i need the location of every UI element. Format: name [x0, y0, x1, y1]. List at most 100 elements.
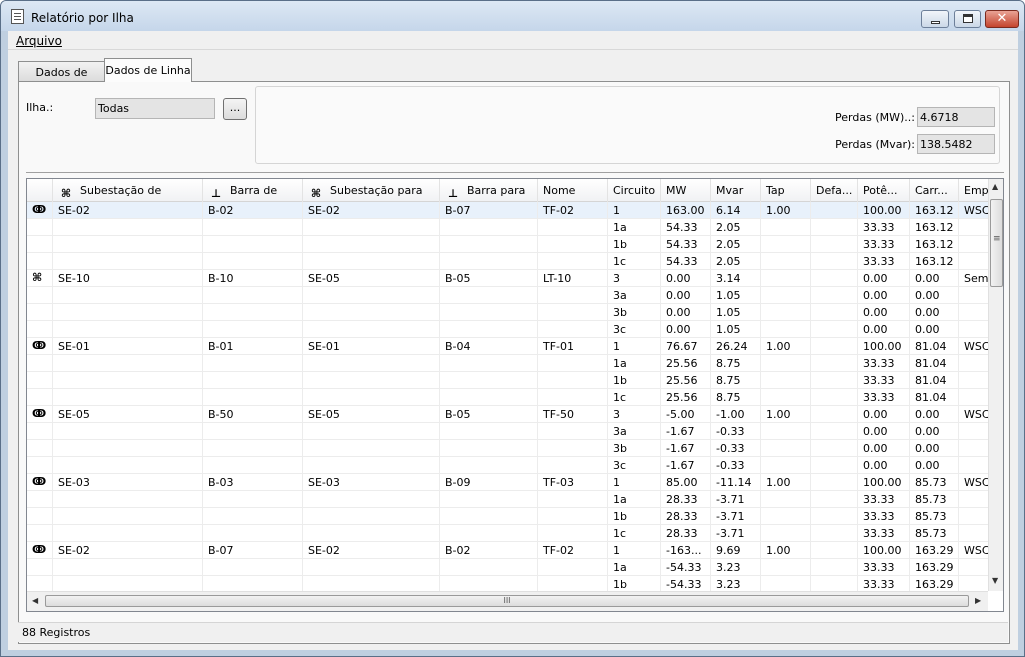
cell-circuito: 3b: [608, 304, 661, 321]
cell-emp: WSC: [959, 542, 988, 559]
table-row[interactable]: ↂ SE-03 B-03 SE-03 B-09 TF-03 1 85.00 -11.14 1.00…: [27, 474, 988, 491]
cell-sub-de: [53, 576, 203, 591]
table-row[interactable]: 3b 0.00 1.05 0.00 0.00: [27, 304, 988, 321]
column-header-circuito[interactable]: Circuito: [608, 179, 661, 202]
cell-nome: [538, 304, 608, 321]
table-row[interactable]: ↂ SE-02 B-07 SE-02 B-02 TF-02 1 -163... 9.69 1.00…: [27, 542, 988, 559]
transformer-icon: ↂ: [32, 339, 47, 352]
vertical-scroll-thumb[interactable]: [990, 199, 1003, 287]
table-row[interactable]: ↂ SE-02 B-02 SE-02 B-07 TF-02 1 163.00 6.14 1.00 1…: [27, 202, 988, 219]
maximize-button[interactable]: [954, 10, 981, 28]
column-header-pot[interactable]: Potê...: [858, 179, 910, 202]
table-row[interactable]: 3b -1.67 -0.33 0.00 0.00: [27, 440, 988, 457]
scroll-down-icon[interactable]: ▼: [992, 576, 998, 585]
cell-carr: 0.00: [910, 440, 959, 457]
cell-barra-para: B-09: [440, 474, 538, 491]
scroll-left-icon[interactable]: ◀: [32, 596, 38, 605]
table-row[interactable]: 1c 28.33 -3.71 33.33 85.73: [27, 525, 988, 542]
column-header-carr[interactable]: Carr...: [910, 179, 959, 202]
cell-pot: 0.00: [858, 304, 910, 321]
cell-pot: 33.33: [858, 576, 910, 591]
table-row[interactable]: 1b 28.33 -3.71 33.33 85.73: [27, 508, 988, 525]
tab-dados-de-barra[interactable]: Dados de Barra: [18, 61, 105, 92]
cell-barra-para: B-02: [440, 542, 538, 559]
minimize-button[interactable]: [921, 10, 949, 28]
cell-defa: [811, 321, 858, 338]
cell-carr: 81.04: [910, 338, 959, 355]
column-header-barra-para[interactable]: ⊥ Barra para: [440, 179, 538, 202]
cell-carr: 0.00: [910, 287, 959, 304]
cell-mvar: -11.14: [711, 474, 761, 491]
table-row[interactable]: 3c 0.00 1.05 0.00 0.00: [27, 321, 988, 338]
row-icon-cell: [27, 219, 53, 236]
cell-sub-de: [53, 440, 203, 457]
cell-emp: [959, 321, 988, 338]
table-row[interactable]: 1b 25.56 8.75 33.33 81.04: [27, 372, 988, 389]
table-row[interactable]: 1a -54.33 3.23 33.33 163.29: [27, 559, 988, 576]
cell-carr: 163.29: [910, 576, 959, 591]
cell-barra-de: B-07: [203, 542, 303, 559]
perdas-mw-field[interactable]: 4.6718: [917, 107, 995, 127]
table-row[interactable]: 1b 54.33 2.05 33.33 163.12: [27, 236, 988, 253]
cell-mw: -5.00: [661, 406, 711, 423]
column-header-mvar[interactable]: Mvar: [711, 179, 761, 202]
table-row[interactable]: ↂ SE-01 B-01 SE-01 B-04 TF-01 1 76.67 26.24 1.00 1…: [27, 338, 988, 355]
cell-sub-para: [303, 508, 440, 525]
table-row[interactable]: 1a 28.33 -3.71 33.33 85.73: [27, 491, 988, 508]
cell-barra-de: B-03: [203, 474, 303, 491]
cell-tap: [761, 525, 811, 542]
tab-dados-de-linha[interactable]: Dados de Linha: [104, 58, 192, 82]
column-header-sub-para[interactable]: ⌘ Subestação para: [303, 179, 440, 202]
table-row[interactable]: ↂ SE-05 B-50 SE-05 B-05 TF-50 3 -5.00 -1.00 1.00 0…: [27, 406, 988, 423]
column-header-icon[interactable]: [27, 179, 53, 202]
column-header-mw[interactable]: MW: [661, 179, 711, 202]
perdas-mvar-field[interactable]: 138.5482: [917, 134, 995, 154]
menu-arquivo[interactable]: Arquivo: [16, 34, 62, 48]
lines-grid[interactable]: ⌘ Subestação de ⊥ Barra de ⌘ Subestação para ⊥…: [26, 178, 1004, 612]
row-icon-cell: [27, 491, 53, 508]
cell-barra-de: B-01: [203, 338, 303, 355]
cell-sub-para: [303, 304, 440, 321]
column-header-sub-de[interactable]: ⌘ Subestação de: [53, 179, 203, 202]
client-area: Arquivo Dados de Barra Dados de Linha Il…: [8, 31, 1018, 650]
table-row[interactable]: 1c 25.56 8.75 33.33 81.04: [27, 389, 988, 406]
table-row[interactable]: 3a -1.67 -0.33 0.00 0.00: [27, 423, 988, 440]
table-row[interactable]: 1a 54.33 2.05 33.33 163.12: [27, 219, 988, 236]
cell-mvar: 1.05: [711, 287, 761, 304]
column-header-defa[interactable]: Defa...: [811, 179, 858, 202]
cell-mvar: -0.33: [711, 440, 761, 457]
cell-circuito: 1a: [608, 355, 661, 372]
vertical-scrollbar[interactable]: ▲ ▼: [988, 179, 1003, 591]
row-icon-cell: [27, 508, 53, 525]
ilha-browse-button[interactable]: ...: [223, 98, 247, 120]
column-header-nome[interactable]: Nome: [538, 179, 608, 202]
table-row[interactable]: 1c 54.33 2.05 33.33 163.12: [27, 253, 988, 270]
ilha-field[interactable]: Todas: [95, 98, 215, 119]
cell-sub-de: [53, 508, 203, 525]
cell-barra-para: [440, 576, 538, 591]
cell-mvar: 8.75: [711, 372, 761, 389]
table-row[interactable]: ⌘ SE-10 B-10 SE-05 B-05 LT-10 3 0.00 3.14 0.00 0.0…: [27, 270, 988, 287]
column-label: Subestação para: [330, 184, 423, 197]
cell-emp: [959, 304, 988, 321]
title-bar[interactable]: Relatório por Ilha ✕: [1, 1, 1024, 31]
scroll-up-icon[interactable]: ▲: [992, 182, 998, 191]
table-row[interactable]: 1b -54.33 3.23 33.33 163.29: [27, 576, 988, 591]
cell-carr: 0.00: [910, 406, 959, 423]
horizontal-scrollbar[interactable]: ◀ III ▶: [27, 591, 988, 611]
close-button[interactable]: ✕: [985, 10, 1019, 28]
row-icon-cell: ⌘: [27, 270, 53, 287]
cell-nome: [538, 321, 608, 338]
cell-sub-de: [53, 491, 203, 508]
cell-sub-de: SE-03: [53, 474, 203, 491]
cell-carr: 163.12: [910, 236, 959, 253]
scroll-right-icon[interactable]: ▶: [975, 596, 981, 605]
table-row[interactable]: 3a 0.00 1.05 0.00 0.00: [27, 287, 988, 304]
cell-mvar: 2.05: [711, 253, 761, 270]
table-row[interactable]: 1a 25.56 8.75 33.33 81.04: [27, 355, 988, 372]
horizontal-scroll-thumb[interactable]: III: [45, 595, 969, 607]
column-header-barra-de[interactable]: ⊥ Barra de: [203, 179, 303, 202]
column-header-tap[interactable]: Tap: [761, 179, 811, 202]
cell-sub-de: [53, 423, 203, 440]
table-row[interactable]: 3c -1.67 -0.33 0.00 0.00: [27, 457, 988, 474]
